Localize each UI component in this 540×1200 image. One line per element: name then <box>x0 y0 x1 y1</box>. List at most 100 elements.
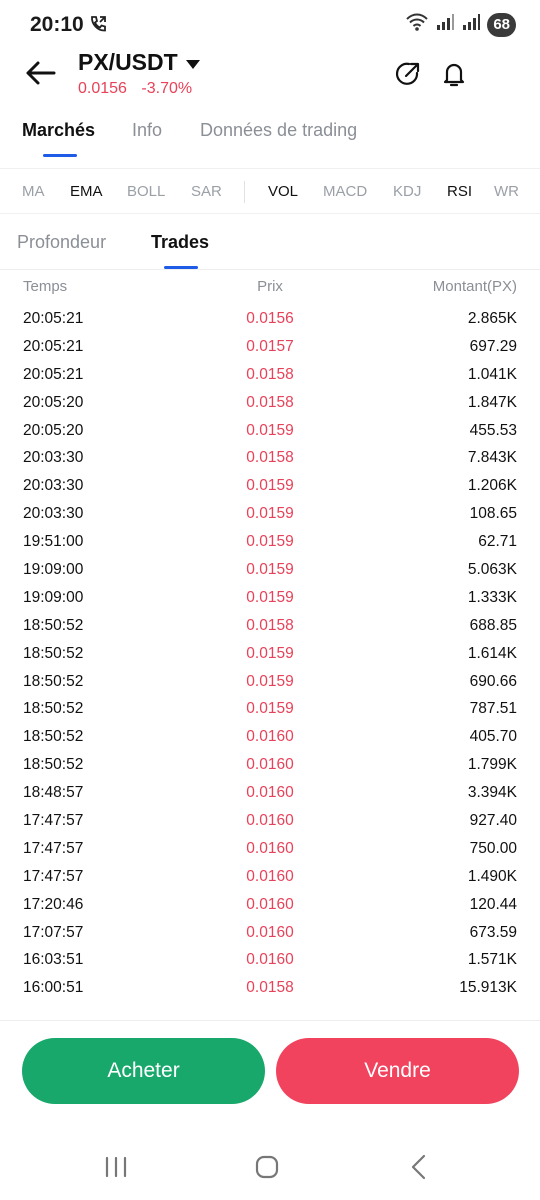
trade-price: 0.0160 <box>246 728 294 746</box>
trade-amount: 927.40 <box>469 812 517 830</box>
indicator-boll[interactable]: BOLL <box>127 183 165 200</box>
indicator-sar[interactable]: SAR <box>191 183 222 200</box>
signal-icon <box>461 12 481 37</box>
indicator-rsi[interactable]: RSI <box>447 183 472 200</box>
trade-price: 0.0160 <box>246 923 294 941</box>
status-bar: 20:10 68 <box>0 0 540 50</box>
trade-amount: 673.59 <box>469 923 517 941</box>
trade-price: 0.0159 <box>246 644 294 662</box>
pair-selector[interactable]: PX/USDT <box>78 49 200 76</box>
table-row: 20:05:21 0.0158 1.041K <box>0 362 540 390</box>
table-row: 18:50:52 0.0159 787.51 <box>0 696 540 724</box>
trade-price: 0.0159 <box>246 477 294 495</box>
trade-price: 0.0160 <box>246 812 294 830</box>
table-row: 18:50:52 0.0159 1.614K <box>0 641 540 669</box>
call-forward-icon <box>88 14 108 39</box>
trade-amount: 697.29 <box>469 337 517 355</box>
trade-amount: 3.394K <box>467 784 517 802</box>
tab-info[interactable]: Info <box>132 120 162 141</box>
top-tabs: Marchés Info Données de trading <box>0 112 540 160</box>
indicator-wr[interactable]: WR <box>494 183 519 200</box>
tab-donnees-trading[interactable]: Données de trading <box>200 120 357 141</box>
sub-tabs: Profondeur Trades <box>0 220 540 270</box>
table-row: 18:50:52 0.0159 690.66 <box>0 669 540 697</box>
trade-amount: 1.571K <box>467 951 517 969</box>
trade-price: 0.0159 <box>246 505 294 523</box>
trade-price: 0.0158 <box>246 393 294 411</box>
tab-trades[interactable]: Trades <box>151 232 209 253</box>
trade-amount: 5.063K <box>467 561 517 579</box>
table-row: 17:20:46 0.0160 120.44 <box>0 892 540 920</box>
table-row: 18:50:52 0.0160 405.70 <box>0 724 540 752</box>
price-change: -3.70% <box>141 80 193 97</box>
wifi-icon <box>405 12 429 37</box>
trade-price: 0.0160 <box>246 951 294 969</box>
table-row: 18:48:57 0.0160 3.394K <box>0 780 540 808</box>
trade-price: 0.0156 <box>246 310 294 327</box>
trade-price: 0.0160 <box>246 867 294 885</box>
recent-apps-icon[interactable] <box>101 1152 131 1182</box>
table-row: 20:05:21 0.0157 697.29 <box>0 334 540 362</box>
table-row: 17:47:57 0.0160 927.40 <box>0 808 540 836</box>
trade-price: 0.0159 <box>246 672 294 690</box>
trades-table: Temps Prix Montant(PX) 20:05:21 0.0156 2.8… <box>0 278 540 1003</box>
trade-amount: 2.865K <box>467 310 517 327</box>
tab-marches[interactable]: Marchés <box>22 120 95 141</box>
trade-amount: 62.71 <box>478 533 517 551</box>
trade-amount: 1.206K <box>467 477 517 495</box>
tab-profondeur[interactable]: Profondeur <box>17 232 106 253</box>
indicator-vol[interactable]: VOL <box>268 183 298 200</box>
trade-amount: 1.490K <box>467 867 517 885</box>
caret-down-icon <box>185 59 200 69</box>
pair-title: PX/USDT <box>78 49 178 75</box>
trade-price: 0.0159 <box>246 561 294 579</box>
indicator-ema[interactable]: EMA <box>70 183 103 200</box>
trade-price: 0.0158 <box>246 365 294 383</box>
table-row: 18:50:52 0.0160 1.799K <box>0 752 540 780</box>
trade-rows: 20:05:21 0.0156 2.865K 20:05:21 0.0157 697.29… <box>0 306 540 1003</box>
trade-amount: 690.66 <box>469 672 517 690</box>
table-row: 17:47:57 0.0160 750.00 <box>0 836 540 864</box>
table-row: 16:00:51 0.0158 15.913K <box>0 975 540 1003</box>
table-row: 19:09:00 0.0159 5.063K <box>0 557 540 585</box>
trade-price: 0.0159 <box>246 588 294 606</box>
table-row: 20:05:21 0.0156 2.865K <box>0 306 540 334</box>
table-row: 19:51:00 0.0159 62.71 <box>0 529 540 557</box>
bell-icon[interactable] <box>439 59 469 89</box>
home-icon[interactable] <box>252 1152 282 1182</box>
trade-amount: 15.913K <box>459 979 517 997</box>
trade-amount: 120.44 <box>469 895 517 913</box>
trade-price: 0.0158 <box>246 449 294 467</box>
last-price: 0.0156 <box>78 80 127 97</box>
trade-price: 0.0159 <box>246 533 294 551</box>
system-nav-bar <box>0 1140 540 1200</box>
table-row: 20:05:20 0.0158 1.847K <box>0 390 540 418</box>
table-row: 20:03:30 0.0158 7.843K <box>0 445 540 473</box>
trade-amount: 405.70 <box>469 728 517 746</box>
indicator-bar: MA EMA BOLL SAR VOL MACD KDJ RSI WR <box>0 168 540 214</box>
trade-price: 0.0160 <box>246 895 294 913</box>
table-row: 20:03:30 0.0159 1.206K <box>0 473 540 501</box>
back-arrow-icon[interactable] <box>22 55 58 91</box>
action-bar: Acheter Vendre <box>0 1020 540 1130</box>
table-row: 19:09:00 0.0159 1.333K <box>0 585 540 613</box>
back-icon[interactable] <box>404 1152 434 1182</box>
header-amount: Montant(PX) <box>432 278 517 295</box>
trade-amount: 1.333K <box>467 588 517 606</box>
trade-amount: 7.843K <box>467 449 517 467</box>
indicator-kdj[interactable]: KDJ <box>393 183 421 200</box>
trade-price: 0.0159 <box>246 421 294 439</box>
indicator-macd[interactable]: MACD <box>323 183 367 200</box>
trade-price: 0.0157 <box>246 337 294 355</box>
table-row: 18:50:52 0.0158 688.85 <box>0 613 540 641</box>
trade-price: 0.0160 <box>246 784 294 802</box>
trade-amount: 1.847K <box>467 393 517 411</box>
share-icon[interactable] <box>393 59 423 89</box>
buy-button[interactable]: Acheter <box>22 1038 265 1104</box>
table-row: 17:07:57 0.0160 673.59 <box>0 920 540 948</box>
status-time: 20:10 <box>30 13 84 36</box>
sell-button[interactable]: Vendre <box>276 1038 519 1104</box>
indicator-ma[interactable]: MA <box>22 183 45 200</box>
battery-icon: 68 <box>487 12 516 37</box>
trade-price: 0.0160 <box>246 756 294 774</box>
